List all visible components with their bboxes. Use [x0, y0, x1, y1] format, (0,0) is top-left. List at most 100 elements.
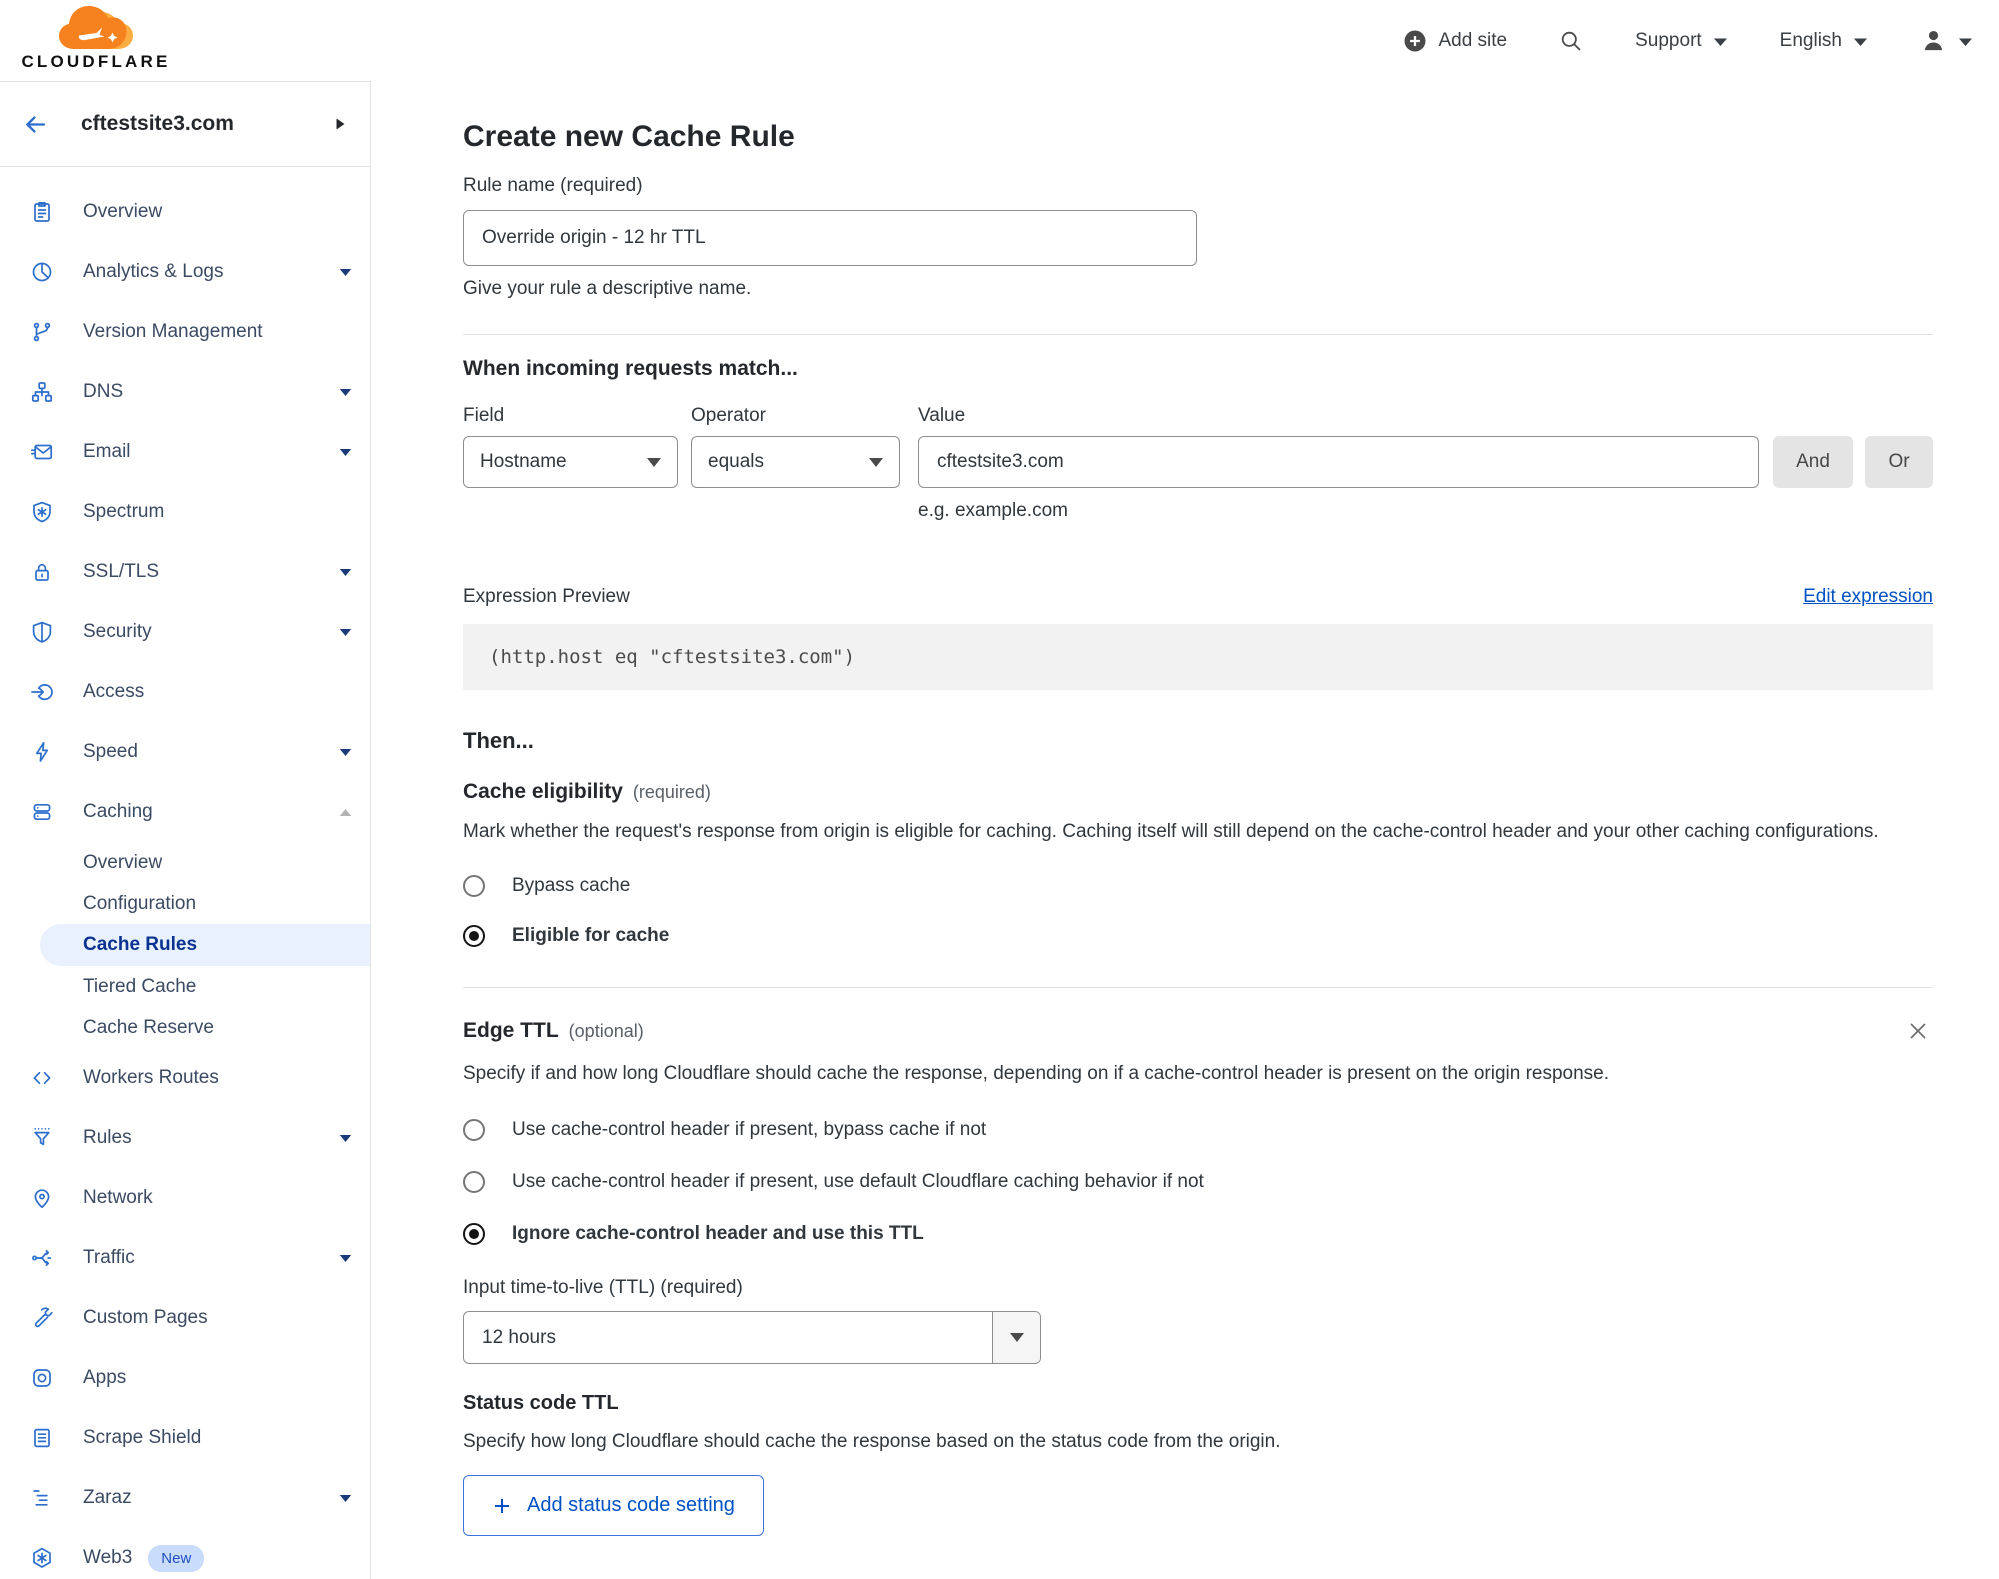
- sidebar-item-spectrum[interactable]: Spectrum: [0, 482, 370, 542]
- sidebar-subitem-label: Configuration: [83, 892, 197, 914]
- cloudflare-logo[interactable]: CLOUDFLARE: [18, 5, 174, 72]
- sidebar-item-zaraz[interactable]: Zaraz: [0, 1468, 370, 1528]
- custom-pages-icon: [30, 1306, 54, 1330]
- account-menu[interactable]: [1920, 27, 1973, 54]
- site-name: cftestsite3.com: [81, 112, 234, 135]
- edge-ttl-option-1-radio[interactable]: Use cache-control header if present, byp…: [463, 1119, 1933, 1141]
- edge-ttl-option-3-radio[interactable]: Ignore cache-control header and use this…: [463, 1223, 1933, 1245]
- sidebar-item-label: Custom Pages: [83, 1307, 208, 1328]
- expression-code: (http.host eq "cftestsite3.com"): [489, 646, 856, 668]
- sidebar-subitem-caching-overview[interactable]: Overview: [0, 842, 370, 883]
- chevron-up-icon: [339, 808, 352, 817]
- sidebar-item-access[interactable]: Access: [0, 662, 370, 722]
- support-label: Support: [1635, 29, 1702, 51]
- workers-routes-icon: [30, 1066, 54, 1090]
- sidebar-subitem-caching-cache-reserve[interactable]: Cache Reserve: [0, 1007, 370, 1048]
- close-icon[interactable]: [1903, 1016, 1933, 1046]
- radio-checked-icon: [463, 1223, 485, 1245]
- chevron-down-icon: [339, 568, 352, 577]
- chevron-down-icon: [1959, 38, 1972, 46]
- language-menu[interactable]: English: [1780, 30, 1868, 52]
- add-site-button[interactable]: Add site: [1403, 29, 1507, 53]
- caching-icon: [30, 800, 54, 824]
- scrape-shield-icon: [30, 1426, 54, 1450]
- bypass-cache-radio[interactable]: Bypass cache: [463, 875, 1933, 897]
- traffic-icon: [30, 1246, 54, 1270]
- field-select[interactable]: Hostname: [463, 436, 678, 488]
- sidebar-item-traffic[interactable]: Traffic: [0, 1228, 370, 1288]
- dns-icon: [30, 380, 54, 404]
- match-heading: When incoming requests match...: [463, 357, 798, 380]
- sidebar-item-web3[interactable]: Web3 New: [0, 1528, 370, 1579]
- sidebar-item-network[interactable]: Network: [0, 1168, 370, 1228]
- ttl-select-arrow-button[interactable]: [992, 1312, 1040, 1363]
- edge-ttl-option-2-radio[interactable]: Use cache-control header if present, use…: [463, 1171, 1933, 1193]
- sidebar-item-label: Apps: [83, 1367, 127, 1388]
- search-button[interactable]: [1559, 29, 1583, 53]
- sidebar-item-speed[interactable]: Speed: [0, 722, 370, 782]
- chevron-down-icon: [1713, 38, 1727, 46]
- sidebar-item-label: Rules: [83, 1127, 132, 1148]
- sidebar-item-custom-pages[interactable]: Custom Pages: [0, 1288, 370, 1348]
- chevron-down-icon: [339, 388, 352, 397]
- apps-icon: [30, 1366, 54, 1390]
- site-header: cftestsite3.com: [0, 82, 370, 167]
- sidebar-item-security[interactable]: Security: [0, 602, 370, 662]
- sidebar-subitem-label: Overview: [83, 851, 163, 873]
- sidebar-item-label: Zaraz: [83, 1487, 132, 1508]
- sidebar-item-apps[interactable]: Apps: [0, 1348, 370, 1408]
- chevron-down-icon: [339, 748, 352, 757]
- add-status-code-button[interactable]: Add status code setting: [463, 1475, 764, 1536]
- sidebar-item-rules[interactable]: Rules: [0, 1108, 370, 1168]
- and-button[interactable]: And: [1773, 436, 1853, 488]
- access-icon: [30, 680, 54, 704]
- sidebar-item-label: Security: [83, 621, 152, 642]
- radio-unchecked-icon: [463, 875, 485, 897]
- ttl-select-value: 12 hours: [482, 1326, 556, 1348]
- eligible-for-cache-radio[interactable]: Eligible for cache: [463, 925, 1933, 947]
- sidebar-item-label: Traffic: [83, 1247, 135, 1268]
- rule-name-label: Rule name (required): [463, 175, 643, 196]
- value-input[interactable]: [918, 436, 1759, 488]
- chevron-right-icon[interactable]: [335, 117, 346, 131]
- sidebar-item-caching[interactable]: Caching: [0, 782, 370, 842]
- search-icon: [1561, 31, 1581, 51]
- sidebar-item-scrape-shield[interactable]: Scrape Shield: [0, 1408, 370, 1468]
- sidebar-subitem-caching-tiered-cache[interactable]: Tiered Cache: [0, 966, 370, 1007]
- sidebar-subitem-caching-configuration[interactable]: Configuration: [0, 883, 370, 924]
- chevron-down-icon: [339, 1254, 352, 1263]
- or-button[interactable]: Or: [1865, 436, 1933, 488]
- user-icon: [1924, 30, 1943, 51]
- sidebar-item-analytics-logs[interactable]: Analytics & Logs: [0, 242, 370, 302]
- sidebar-item-version-management[interactable]: Version Management: [0, 302, 370, 362]
- rule-name-input[interactable]: [463, 210, 1197, 266]
- sidebar-item-dns[interactable]: DNS: [0, 362, 370, 422]
- spectrum-icon: [30, 500, 54, 524]
- operator-label: Operator: [691, 405, 766, 426]
- speed-icon: [30, 740, 54, 764]
- chevron-down-icon: [339, 628, 352, 637]
- ttl-input-label: Input time-to-live (TTL) (required): [463, 1277, 743, 1298]
- ttl-select[interactable]: 12 hours: [463, 1311, 1041, 1364]
- sidebar-item-overview[interactable]: Overview: [0, 182, 370, 242]
- expression-preview-label: Expression Preview: [463, 586, 630, 607]
- operator-select[interactable]: equals: [691, 436, 900, 488]
- language-label: English: [1779, 29, 1842, 51]
- sidebar-subitem-caching-cache-rules[interactable]: Cache Rules: [40, 924, 370, 966]
- field-select-value: Hostname: [480, 451, 567, 472]
- sidebar-item-email[interactable]: Email: [0, 422, 370, 482]
- status-code-ttl-heading: Status code TTL: [463, 1392, 619, 1414]
- email-icon: [30, 440, 54, 464]
- chevron-down-icon: [339, 448, 352, 457]
- sidebar-item-ssl-tls[interactable]: SSL/TLS: [0, 542, 370, 602]
- cloudflare-cloud-icon: [59, 6, 133, 49]
- plus-icon: [495, 1498, 509, 1513]
- zaraz-icon: [30, 1486, 54, 1510]
- support-menu[interactable]: Support: [1635, 30, 1728, 52]
- top-bar: CLOUDFLARE Add site Support English: [0, 0, 1999, 81]
- sidebar-item-label: Web3: [83, 1547, 133, 1568]
- back-arrow-icon[interactable]: [22, 111, 49, 138]
- sidebar-subitem-label: Cache Reserve: [83, 1016, 214, 1038]
- edit-expression-link[interactable]: Edit expression: [1803, 586, 1933, 608]
- sidebar-item-workers-routes[interactable]: Workers Routes: [0, 1048, 370, 1108]
